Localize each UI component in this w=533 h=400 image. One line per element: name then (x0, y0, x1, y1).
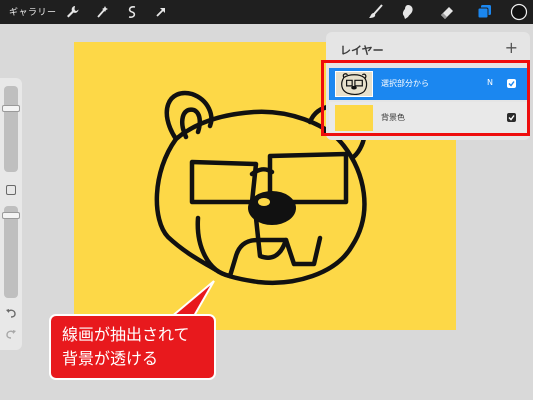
brush-icon[interactable] (367, 3, 385, 21)
color-swatch-icon[interactable] (510, 3, 528, 21)
add-layer-button[interactable]: + (505, 38, 518, 57)
eraser-icon[interactable] (438, 3, 456, 21)
brush-size-slider[interactable] (4, 86, 18, 172)
layers-icon[interactable] (475, 3, 493, 21)
gallery-button[interactable]: ギャラリー (9, 5, 57, 18)
selection-icon[interactable] (123, 3, 141, 21)
callout-line-1: 線画が抽出されて (62, 325, 190, 344)
top-toolbar: ギャラリー (0, 0, 533, 24)
opacity-slider-handle[interactable] (2, 212, 20, 219)
redo-icon[interactable] (4, 327, 18, 341)
undo-icon[interactable] (4, 306, 18, 320)
left-sidebar (0, 78, 22, 350)
smudge-icon[interactable] (399, 3, 417, 21)
brush-size-slider-handle[interactable] (2, 105, 20, 112)
callout-line-2: 背景が透ける (62, 349, 159, 368)
opacity-slider[interactable] (4, 206, 18, 298)
modify-button[interactable] (6, 185, 16, 195)
callout-box: 線画が抽出されて 背景が透ける (49, 314, 216, 380)
layers-highlight-box (321, 60, 530, 136)
layers-panel-title: レイヤー (340, 44, 384, 57)
magic-wand-icon[interactable] (93, 3, 111, 21)
transform-arrow-icon[interactable] (152, 3, 170, 21)
wrench-icon[interactable] (63, 3, 81, 21)
